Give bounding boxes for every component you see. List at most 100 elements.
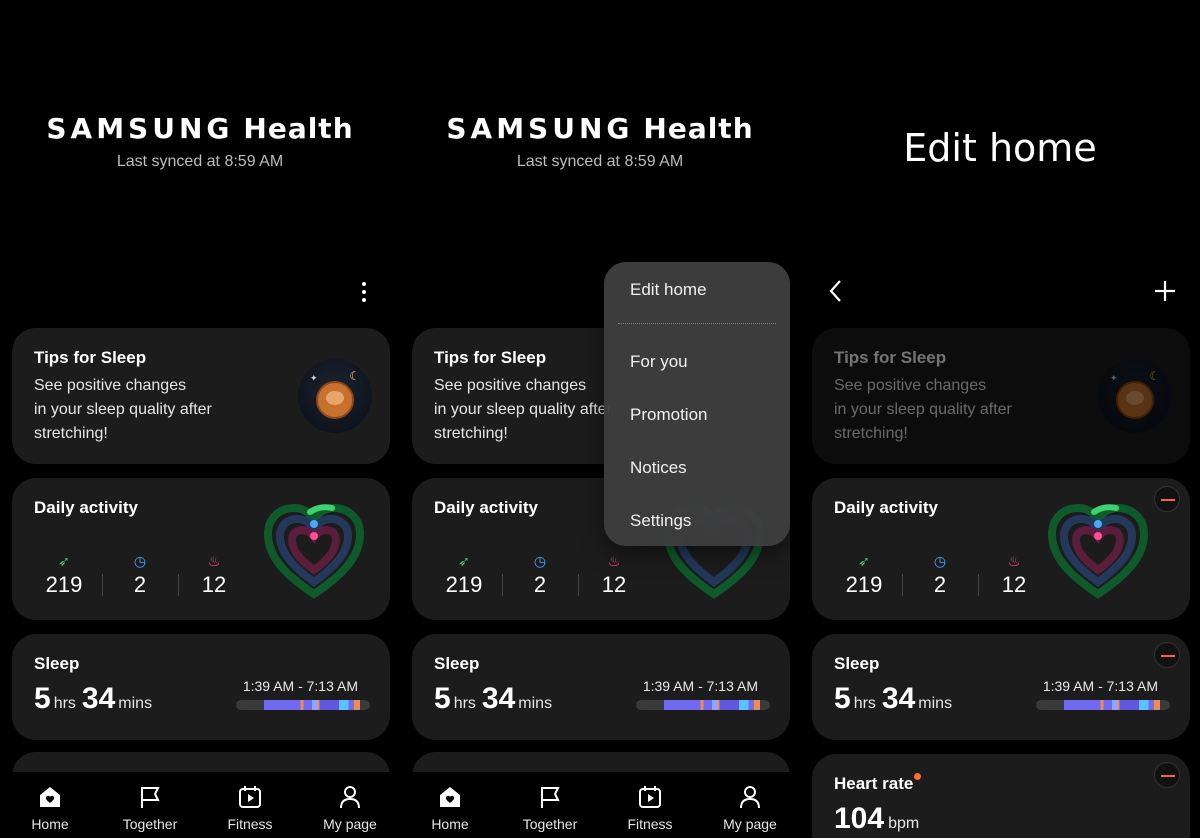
steps-value: 219 — [845, 572, 883, 597]
sleep-duration: 5 hrs 34 mins — [34, 682, 153, 715]
bottom-navigation: Home Together Fitness My page — [0, 772, 400, 838]
shoe-icon: ➶ — [858, 553, 870, 569]
sleep-duration: 5 hrs 34 mins — [834, 682, 953, 715]
clock-icon: ◷ — [933, 553, 947, 569]
clock-icon: ◷ — [133, 553, 147, 569]
active-time-stat: ◷ 2 — [110, 552, 170, 598]
flame-icon: ♨ — [1007, 553, 1021, 569]
tips-card-description: See positive changes in your sleep qualit… — [834, 377, 1012, 442]
sleep-title: Sleep — [834, 654, 880, 673]
nav-my-page-label: My page — [723, 816, 777, 832]
flame-icon: ♨ — [607, 553, 621, 569]
tips-card-title: Tips for Sleep — [834, 348, 947, 367]
more-options-menu: Edit home For you Promotion Notices Sett… — [604, 262, 790, 546]
home-screen-panel: SAMSUNG Health Last synced at 8:59 AM Tip… — [0, 0, 400, 838]
nav-fitness[interactable]: Fitness — [200, 772, 300, 838]
nav-together-label: Together — [122, 816, 178, 832]
nav-my-page[interactable]: My page — [700, 772, 800, 838]
active-minutes-value: 2 — [533, 572, 547, 597]
sleep-title: Sleep — [34, 654, 80, 673]
remove-heart-rate-button[interactable] — [1154, 762, 1180, 788]
daily-activity-title: Daily activity — [34, 498, 138, 517]
daily-activity-title: Daily activity — [434, 498, 538, 517]
edit-home-panel: Edit home Tips for Sleep See positive ch… — [800, 0, 1200, 838]
tips-card-title: Tips for Sleep — [34, 348, 147, 367]
menu-item-settings[interactable]: Settings — [630, 511, 691, 531]
new-indicator-dot — [914, 773, 921, 780]
nav-home-label: Home — [431, 816, 469, 832]
calories-stat: ♨ 12 — [584, 552, 644, 598]
calories-value: 12 — [601, 572, 627, 597]
menu-item-for-you[interactable]: For you — [630, 352, 688, 372]
calories-value: 12 — [201, 572, 227, 597]
tips-for-sleep-card: Tips for Sleep See positive changes in yo… — [812, 328, 1190, 464]
nav-home-label: Home — [31, 816, 69, 832]
nav-my-page-label: My page — [323, 816, 377, 832]
steps-value: 219 — [445, 572, 483, 597]
tips-for-sleep-card[interactable]: Tips for Sleep See positive changes in yo… — [12, 328, 390, 464]
sleep-time-range: 1:39 AM - 7:13 AM — [642, 678, 758, 694]
sleeping-bear-illustration: ✦ ☾ — [1098, 359, 1172, 433]
sleep-card[interactable]: Sleep 5 hrs 34 mins 1:39 AM - 7:13 AM — [12, 634, 390, 740]
steps-value: 219 — [45, 572, 83, 597]
fitness-icon — [600, 784, 700, 810]
nav-together[interactable]: Together — [100, 772, 200, 838]
daily-activity-title: Daily activity — [834, 498, 938, 517]
person-icon — [700, 784, 800, 810]
active-time-stat: ◷ 2 — [510, 552, 570, 598]
sleep-card[interactable]: Sleep 5 hrs 34 mins 1:39 AM - 7:13 AM — [812, 634, 1190, 740]
menu-item-edit-home[interactable]: Edit home — [630, 280, 707, 300]
nav-together[interactable]: Together — [500, 772, 600, 838]
edit-home-title: Edit home — [903, 126, 1097, 170]
menu-divider — [618, 323, 776, 324]
nav-home[interactable]: Home — [0, 772, 100, 838]
daily-activity-card[interactable]: Daily activity ➶ 219 ◷ 2 ♨ 12 — [12, 478, 390, 620]
fitness-icon — [200, 784, 300, 810]
flame-icon: ♨ — [207, 553, 221, 569]
sleep-card[interactable]: Sleep 5 hrs 34 mins 1:39 AM - 7:13 AM — [412, 634, 790, 740]
sleep-title: Sleep — [434, 654, 480, 673]
bottom-navigation: Home Together Fitness My page — [400, 772, 800, 838]
shoe-icon: ➶ — [58, 553, 70, 569]
back-button[interactable] — [826, 278, 846, 304]
sleep-stages-bar — [236, 700, 370, 710]
remove-sleep-button[interactable] — [1154, 642, 1180, 668]
active-minutes-value: 2 — [933, 572, 947, 597]
add-card-button[interactable] — [1154, 278, 1176, 304]
samsung-health-logo: SAMSUNG Health — [0, 112, 400, 145]
nav-my-page[interactable]: My page — [300, 772, 400, 838]
nav-fitness-label: Fitness — [227, 816, 273, 832]
heart-rate-value: 104 bpm — [834, 802, 920, 835]
tips-card-description: See positive changes in your sleep qualit… — [34, 377, 212, 442]
calories-stat: ♨ 12 — [984, 552, 1044, 598]
activity-heart-rings-icon — [264, 504, 364, 599]
app-header: SAMSUNG Health Last synced at 8:59 AM — [0, 112, 400, 171]
samsung-health-logo: SAMSUNG Health — [400, 112, 800, 145]
active-time-stat: ◷ 2 — [910, 552, 970, 598]
last-synced-text: Last synced at 8:59 AM — [116, 153, 284, 170]
daily-activity-card[interactable]: Daily activity ➶ 219 ◷ 2 ♨ 12 — [812, 478, 1190, 620]
menu-item-promotion[interactable]: Promotion — [630, 405, 707, 425]
heart-rate-title: Heart rate — [834, 774, 914, 793]
activity-heart-rings-icon — [1048, 504, 1148, 599]
app-header: SAMSUNG Health Last synced at 8:59 AM — [400, 112, 800, 171]
sleep-stages-bar — [1036, 700, 1170, 710]
nav-fitness[interactable]: Fitness — [600, 772, 700, 838]
home-icon — [0, 784, 100, 810]
menu-item-notices[interactable]: Notices — [630, 458, 687, 478]
more-options-button[interactable] — [356, 278, 372, 306]
nav-fitness-label: Fitness — [627, 816, 673, 832]
steps-stat: ➶ 219 — [34, 552, 94, 598]
home-menu-panel: SAMSUNG Health Last synced at 8:59 AM Tip… — [400, 0, 800, 838]
tips-card-title: Tips for Sleep — [434, 348, 547, 367]
steps-stat: ➶ 219 — [834, 552, 894, 598]
active-minutes-value: 2 — [133, 572, 147, 597]
remove-daily-activity-button[interactable] — [1154, 486, 1180, 512]
clock-icon: ◷ — [533, 553, 547, 569]
person-icon — [300, 784, 400, 810]
heart-rate-card[interactable]: Heart rate 104 bpm — [812, 754, 1190, 838]
calories-value: 12 — [1001, 572, 1027, 597]
logo-samsung-text: SAMSUNG — [46, 112, 234, 145]
flag-icon — [100, 784, 200, 810]
nav-home[interactable]: Home — [400, 772, 500, 838]
